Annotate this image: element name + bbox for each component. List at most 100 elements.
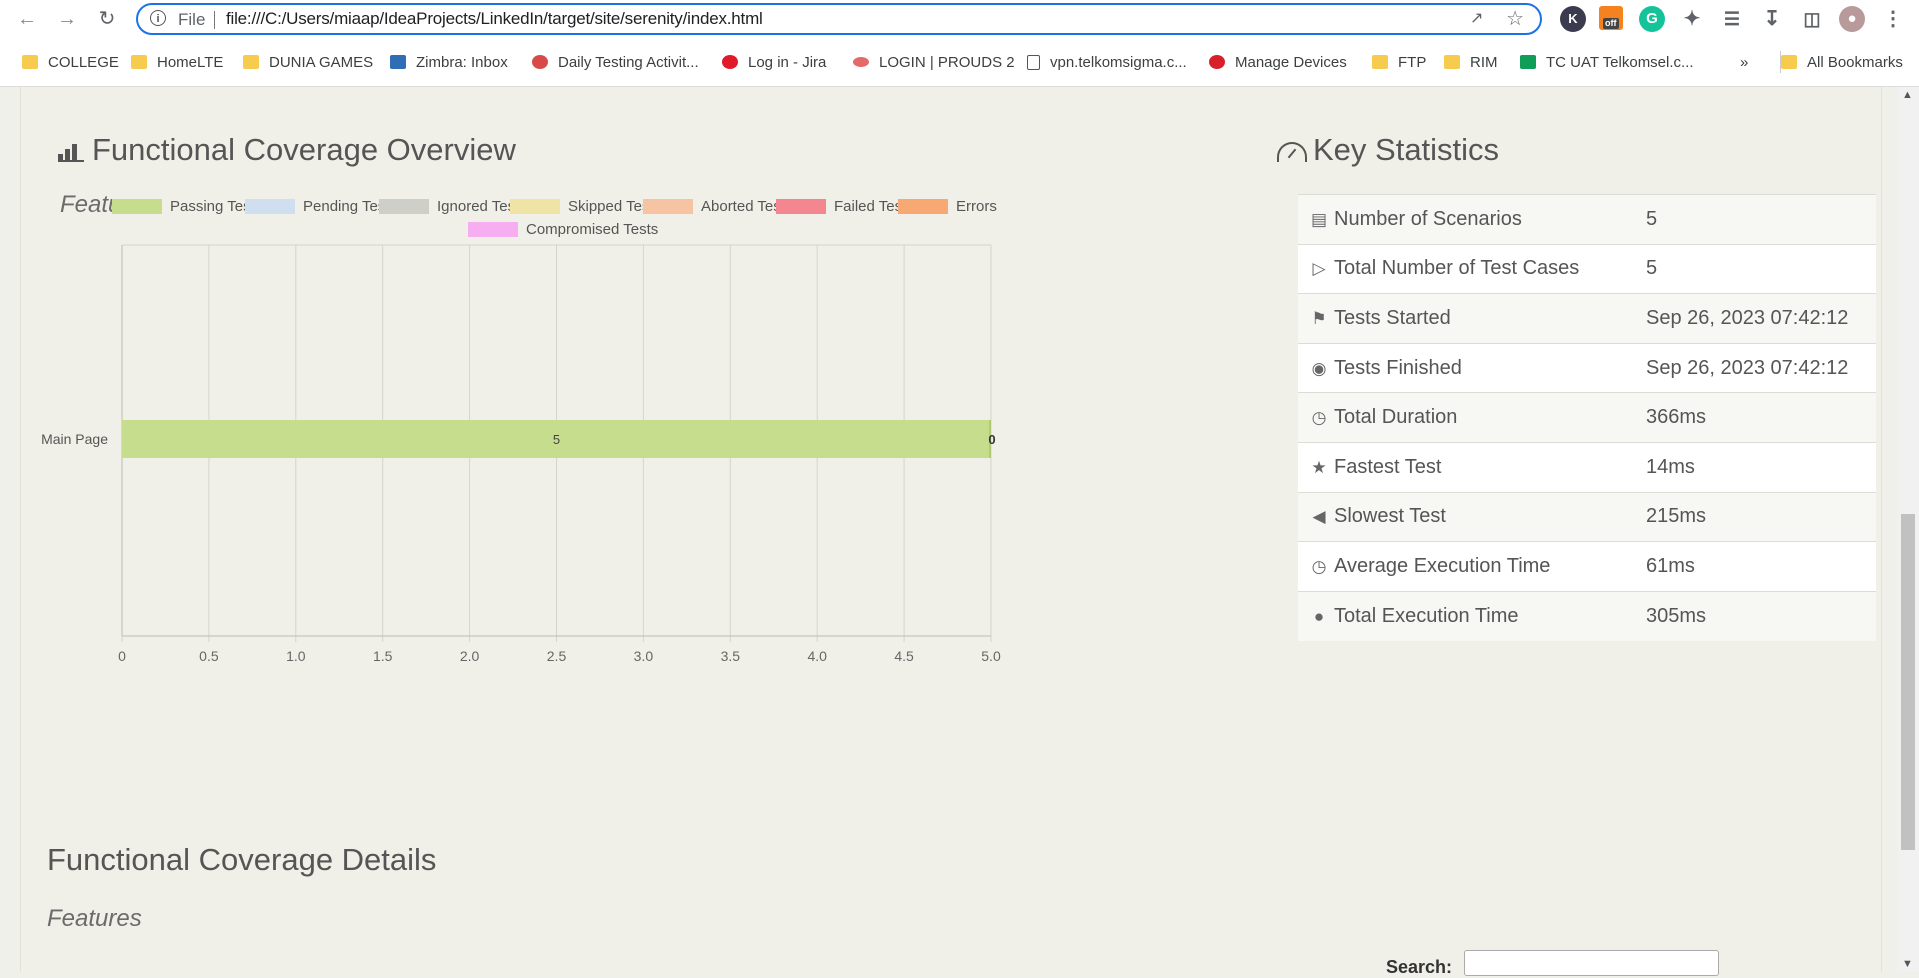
back-icon[interactable]: ←: [15, 7, 39, 31]
play-outline-icon: ▷: [1312, 259, 1326, 279]
x-tick-label: 4.0: [807, 648, 827, 664]
stop-circle-icon: ◉: [1311, 358, 1327, 378]
search-input[interactable]: [1464, 950, 1719, 976]
stat-label: Average Execution Time: [1334, 554, 1551, 577]
stat-label-cell: ● Total Execution Time: [1298, 590, 1646, 641]
bookmark-star-icon[interactable]: ☆: [1506, 8, 1524, 30]
stat-label-cell: ⚑ Tests Started: [1298, 293, 1646, 344]
bookmark-manage-devices[interactable]: Manage Devices: [1209, 51, 1347, 73]
bar-value-label: 0: [988, 432, 995, 447]
stat-value: 366ms: [1646, 392, 1876, 443]
key-statistics-table: ▤ Number of Scenarios 5 ▷ Total Number of Te…: [1298, 194, 1876, 641]
address-bar[interactable]: i File file:///C:/Users/miaap/IdeaProjec…: [136, 3, 1542, 35]
bookmark-dunia-games[interactable]: DUNIA GAMES: [243, 51, 373, 73]
details-title: Functional Coverage Details: [47, 842, 437, 877]
stat-row: ★ Fastest Test 14ms: [1298, 441, 1876, 493]
key-statistics-title: Key Statistics: [1313, 132, 1500, 167]
share-icon[interactable]: ↗: [1470, 11, 1488, 27]
stat-label-cell: ▤ Number of Scenarios: [1298, 194, 1646, 245]
all-bookmarks[interactable]: All Bookmarks: [1781, 51, 1903, 73]
stat-value: 14ms: [1646, 441, 1876, 493]
scrollbar-thumb[interactable]: [1901, 514, 1915, 850]
bookmark-label: All Bookmarks: [1807, 53, 1903, 71]
extension-off-badge: off: [1603, 18, 1619, 29]
stat-row: ⚑ Tests Started Sep 26, 2023 07:42:12: [1298, 293, 1876, 344]
x-tick-label: 5.0: [981, 648, 1001, 664]
bookmark-jira[interactable]: Log in - Jira: [722, 51, 826, 73]
key-statistics-heading: Key Statistics: [1277, 132, 1499, 168]
scroll-down-arrow-icon[interactable]: ▼: [1902, 958, 1913, 970]
stat-value: 5: [1646, 194, 1876, 245]
extension-k-icon[interactable]: K: [1560, 6, 1586, 32]
stat-row: ● Total Execution Time 305ms: [1298, 590, 1876, 641]
bookmark-label: COLLEGE: [48, 53, 119, 71]
folder-icon: [1444, 55, 1460, 69]
bookmark-rim[interactable]: RIM: [1444, 51, 1498, 73]
stopwatch-solid-icon: ●: [1313, 606, 1325, 626]
stat-label: Total Execution Time: [1334, 604, 1519, 627]
flag-icon: ⚑: [1311, 308, 1327, 328]
stat-label-cell: ◉ Tests Finished: [1298, 342, 1646, 393]
bookmark-homelte[interactable]: HomeLTE: [131, 51, 223, 73]
bookmark-label: RIM: [1470, 53, 1498, 71]
bookmark-label: vpn.telkomsigma.c...: [1050, 53, 1187, 71]
stat-row: ◷ Average Execution Time 61ms: [1298, 541, 1876, 592]
stat-label: Slowest Test: [1334, 505, 1446, 528]
stat-label-cell: ◷ Average Execution Time: [1298, 541, 1646, 592]
stopwatch-icon: ◷: [1311, 408, 1327, 428]
stat-label: Tests Started: [1334, 306, 1451, 329]
testing-icon: [532, 55, 548, 69]
bookmark-label: Daily Testing Activit...: [558, 53, 699, 71]
extension-off-icon[interactable]: off: [1599, 6, 1623, 30]
media-queue-icon[interactable]: ☰: [1719, 6, 1745, 32]
stat-label-cell: ▷ Total Number of Test Cases: [1298, 243, 1646, 294]
download-icon[interactable]: ↧: [1759, 6, 1785, 32]
stat-label-cell: ★ Fastest Test: [1298, 441, 1646, 493]
bookmark-label: DUNIA GAMES: [269, 53, 374, 71]
details-subtitle: Features: [47, 905, 142, 932]
trophy-icon: ★: [1311, 457, 1327, 477]
bookmark-label: Manage Devices: [1235, 53, 1347, 71]
bookmarks-bar: COLLEGE HomeLTE DUNIA GAMES Zimbra: Inbo…: [0, 46, 1919, 78]
scroll-up-arrow-icon[interactable]: ▲: [1902, 89, 1913, 101]
url-text[interactable]: file:///C:/Users/miaap/IdeaProjects/Link…: [226, 9, 763, 29]
content-panel: Functional Coverage Overview Features Pa…: [20, 87, 1882, 977]
extensions-puzzle-icon[interactable]: ✦: [1679, 6, 1705, 32]
stat-value: 61ms: [1646, 541, 1876, 592]
forward-icon[interactable]: →: [55, 7, 79, 31]
grammarly-icon[interactable]: G: [1639, 6, 1665, 32]
bookmark-label: TC UAT Telkomsel.c...: [1546, 53, 1694, 71]
report-page: Functional Coverage Overview Features Pa…: [0, 87, 1897, 977]
x-tick-label: 1.5: [373, 648, 393, 664]
stat-row: ▤ Number of Scenarios 5: [1298, 194, 1876, 245]
profile-avatar[interactable]: ●: [1839, 6, 1865, 32]
stat-label-cell: ◷ Total Duration: [1298, 392, 1646, 443]
reload-icon[interactable]: ↻: [95, 7, 119, 31]
x-tick-label: 2.0: [460, 648, 480, 664]
coverage-chart: 0 0.5 1.0 1.5 2.0 2.5 3.0 3.5 4.0 4.5 5.0 Main Page…: [41, 244, 1001, 664]
bookmark-prouds[interactable]: LOGIN | PROUDS 2: [853, 51, 1015, 73]
bookmark-college[interactable]: COLLEGE: [22, 51, 119, 73]
page-icon: [1027, 54, 1040, 70]
stat-label: Total Number of Test Cases: [1334, 257, 1580, 280]
bookmark-vpn[interactable]: vpn.telkomsigma.c...: [1027, 51, 1187, 73]
x-tick-label: 4.5: [894, 648, 914, 664]
side-panel-icon[interactable]: ◫: [1799, 6, 1825, 32]
x-tick-label: 3.0: [634, 648, 654, 664]
bookmark-zimbra[interactable]: Zimbra: Inbox: [390, 51, 508, 73]
bookmark-label: LOGIN | PROUDS 2: [879, 53, 1015, 71]
bookmark-ftp[interactable]: FTP: [1372, 51, 1426, 73]
more-bookmarks-button[interactable]: »: [1740, 51, 1748, 73]
prouds-icon: [853, 57, 869, 67]
zimbra-icon: [390, 55, 406, 69]
bookmark-tc-uat[interactable]: TC UAT Telkomsel.c...: [1520, 51, 1694, 73]
site-info-icon[interactable]: i: [150, 10, 166, 26]
x-tick-label: 2.5: [547, 648, 567, 664]
menu-kebab-icon[interactable]: ⋮: [1880, 6, 1906, 32]
page-scrollbar[interactable]: ▲ ▼: [1897, 87, 1919, 972]
browser-chrome: ← → ↻ i File file:///C:/Users/miaap/Idea…: [0, 0, 1919, 87]
bookmark-daily-testing[interactable]: Daily Testing Activit...: [532, 51, 699, 73]
stat-label: Tests Finished: [1334, 356, 1462, 379]
y-category-label: Main Page: [41, 431, 108, 447]
folder-icon: [1372, 55, 1388, 69]
